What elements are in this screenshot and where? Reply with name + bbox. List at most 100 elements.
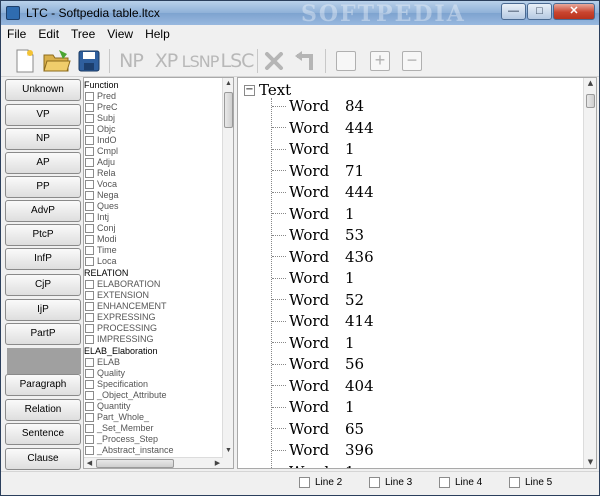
checkbox-pred[interactable]: Pred xyxy=(85,91,116,102)
menu-help[interactable]: Help xyxy=(139,27,176,41)
checkbox-elaboration[interactable]: ELABORATION xyxy=(85,279,160,290)
checkbox-prec[interactable]: PreC xyxy=(85,102,118,113)
maximize-button[interactable]: □ xyxy=(527,3,552,20)
tree-node-word[interactable]: Word 436 xyxy=(272,247,374,267)
checkbox-cmpl[interactable]: Cmpl xyxy=(85,146,118,157)
menu-file[interactable]: File xyxy=(1,27,32,41)
pp-button[interactable]: PP xyxy=(5,176,81,198)
tree-vertical-scrollbar[interactable]: ▲ ▼ xyxy=(583,78,596,468)
checkbox-processing[interactable]: PROCESSING xyxy=(85,323,157,334)
tree-node-word[interactable]: Word 52 xyxy=(272,290,364,310)
vp-button[interactable]: VP xyxy=(5,104,81,126)
checkbox-expressing[interactable]: EXPRESSING xyxy=(85,312,156,323)
infp-button[interactable]: InfP xyxy=(5,248,81,270)
checkbox-object-attribute[interactable]: _Object_Attribute xyxy=(85,390,167,401)
minimize-button[interactable]: — xyxy=(501,3,526,20)
scroll-up-icon[interactable]: ▲ xyxy=(223,78,233,89)
menu-tree[interactable]: Tree xyxy=(65,27,101,41)
checkbox[interactable] xyxy=(299,477,310,488)
checkbox-subj[interactable]: Subj xyxy=(85,113,115,124)
tree-node-word[interactable]: Word 414 xyxy=(272,311,374,331)
np-button[interactable]: NP xyxy=(115,48,147,74)
relation-button[interactable]: Relation xyxy=(5,399,81,421)
scroll-left-icon[interactable]: ◀ xyxy=(84,458,95,468)
collapse-icon[interactable]: − xyxy=(244,84,255,96)
tree-node-word[interactable]: Word 56 xyxy=(272,354,364,374)
checkbox-impressing[interactable]: IMPRESSING xyxy=(85,334,154,345)
scroll-up-icon[interactable]: ▲ xyxy=(585,78,596,89)
checkbox-modi[interactable]: Modi xyxy=(85,234,117,245)
scroll-thumb[interactable] xyxy=(96,459,174,468)
scroll-thumb[interactable] xyxy=(586,94,595,108)
checkbox-intj[interactable]: Intj xyxy=(85,212,109,223)
checkbox-objc[interactable]: Objc xyxy=(85,124,116,135)
scroll-down-icon[interactable]: ▼ xyxy=(585,457,596,468)
save-icon[interactable] xyxy=(77,48,101,74)
new-document-icon[interactable] xyxy=(13,48,37,74)
scroll-down-icon[interactable]: ▼ xyxy=(223,445,233,456)
clause-button[interactable]: Clause xyxy=(5,448,81,470)
tree-node-word[interactable]: Word 444 xyxy=(272,118,374,138)
checkbox-conj[interactable]: Conj xyxy=(85,223,116,234)
open-folder-icon[interactable] xyxy=(43,48,71,74)
minus-icon[interactable]: − xyxy=(399,48,425,74)
ap-button[interactable]: AP xyxy=(5,152,81,174)
checkbox-abstract-instance[interactable]: _Abstract_instance xyxy=(85,445,174,456)
checkbox-process-step[interactable]: _Process_Step xyxy=(85,434,158,445)
plus-icon[interactable]: + xyxy=(367,48,393,74)
checkbox-time[interactable]: Time xyxy=(85,245,117,256)
tree-node-word[interactable]: Word 71 xyxy=(272,161,364,181)
tree-node-word[interactable]: Word1 xyxy=(272,204,355,224)
tree-node-word[interactable]: Word 53 xyxy=(272,225,364,245)
tree-node-word[interactable]: Word 84 xyxy=(272,96,364,116)
line-3-option[interactable]: Line 3 xyxy=(369,477,412,488)
cjp-button[interactable]: CjP xyxy=(5,274,81,296)
tree-node-word[interactable]: Word 444 xyxy=(272,182,374,202)
sentence-button[interactable]: Sentence xyxy=(5,423,81,445)
advp-button[interactable]: AdvP xyxy=(5,200,81,222)
title-bar[interactable]: LTC - Softpedia table.ltcx SOFTPEDIA — □… xyxy=(1,1,599,27)
unknown-button[interactable]: Unknown xyxy=(5,79,81,101)
checkbox-indo[interactable]: IndO xyxy=(85,135,117,146)
close-button[interactable]: ✕ xyxy=(553,3,595,20)
ijp-button[interactable]: IjP xyxy=(5,299,81,321)
scroll-thumb[interactable] xyxy=(224,92,233,128)
line-4-option[interactable]: Line 4 xyxy=(439,477,482,488)
scroll-right-icon[interactable]: ▶ xyxy=(212,458,223,468)
tree-node-word[interactable]: Word1 xyxy=(272,268,355,288)
checklist-vertical-scrollbar[interactable]: ▲ ▼ xyxy=(222,78,233,468)
checkbox-enhancement[interactable]: ENHANCEMENT xyxy=(85,301,167,312)
tree-node-word[interactable]: Word1 xyxy=(272,397,355,417)
xp-button[interactable]: XP xyxy=(151,48,181,74)
undo-icon[interactable] xyxy=(291,48,319,74)
lsnp-button[interactable]: LSNP xyxy=(182,48,220,74)
paragraph-button[interactable]: Paragraph xyxy=(5,374,81,396)
checklist-horizontal-scrollbar[interactable]: ◀ ▶ xyxy=(84,457,223,468)
tree-node-word[interactable]: Word 396 xyxy=(272,440,374,460)
tree-node-word[interactable]: Word 65 xyxy=(272,419,364,439)
menu-edit[interactable]: Edit xyxy=(32,27,65,41)
line-5-option[interactable]: Line 5 xyxy=(509,477,552,488)
checkbox-icon[interactable] xyxy=(333,48,359,74)
line-2-option[interactable]: Line 2 xyxy=(299,477,342,488)
checkbox-set-member[interactable]: _Set_Member xyxy=(85,423,154,434)
delete-icon[interactable] xyxy=(261,48,287,74)
partp-button[interactable]: PartP xyxy=(5,323,81,345)
checkbox-nega[interactable]: Nega xyxy=(85,190,119,201)
checkbox-loca[interactable]: Loca xyxy=(85,256,117,267)
checkbox[interactable] xyxy=(439,477,450,488)
checkbox-elab[interactable]: ELAB xyxy=(85,357,120,368)
checkbox-ques[interactable]: Ques xyxy=(85,201,119,212)
checkbox-specification[interactable]: Specification xyxy=(85,379,148,390)
checkbox-extension[interactable]: EXTENSION xyxy=(85,290,149,301)
checkbox-voca[interactable]: Voca xyxy=(85,179,117,190)
tree-node-word[interactable]: Word 404 xyxy=(272,376,374,396)
lsc-button[interactable]: LSC xyxy=(219,48,255,74)
ptcp-button[interactable]: PtcP xyxy=(5,224,81,246)
checkbox-rela[interactable]: Rela xyxy=(85,168,116,179)
checkbox-quantity[interactable]: Quantity xyxy=(85,401,131,412)
tree-node-word[interactable]: Word1 xyxy=(272,462,355,469)
np-button[interactable]: NP xyxy=(5,128,81,150)
tree-node-word[interactable]: Word1 xyxy=(272,333,355,353)
tree-node-word[interactable]: Word1 xyxy=(272,139,355,159)
